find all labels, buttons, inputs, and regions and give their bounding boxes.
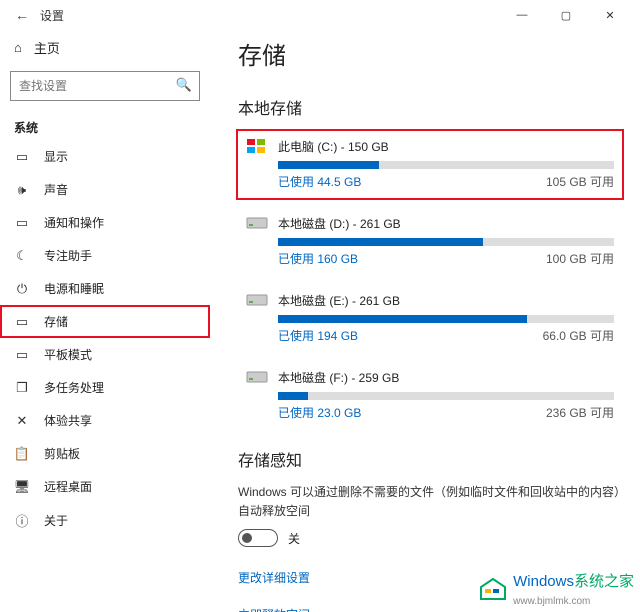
title-bar: ← 设置 — ▢ ✕: [0, 0, 640, 30]
drive-usage-bar: [278, 315, 614, 323]
drive-free-label: 236 GB 可用: [546, 404, 614, 421]
search-container: 🔍: [10, 71, 200, 101]
watermark: Windows系统之家 www.bjmlmk.com: [479, 570, 634, 608]
sidebar-item-icon: ❐: [14, 380, 30, 396]
sidebar-item-icon: ▭: [14, 149, 30, 165]
sidebar-item-icon: 🕪: [14, 182, 30, 198]
sidebar-item[interactable]: 🕪 声音: [0, 173, 210, 206]
drive-free-label: 105 GB 可用: [546, 173, 614, 190]
drive-icon: [246, 368, 268, 386]
drive-icon: [246, 291, 268, 309]
sidebar-item-label: 电源和睡眠: [44, 280, 104, 297]
drive-usage-bar: [278, 238, 614, 246]
drive-icon: [246, 137, 268, 155]
sidebar-item[interactable]: 📋 剪贴板: [0, 437, 210, 470]
sidebar-item-label: 显示: [44, 148, 68, 165]
sidebar-home-label: 主页: [34, 38, 60, 57]
sidebar-item-label: 多任务处理: [44, 379, 104, 396]
back-button[interactable]: ←: [8, 7, 36, 23]
watermark-brand2: 系统之家: [574, 573, 634, 590]
search-input[interactable]: [10, 71, 200, 101]
sidebar-nav-list: ▭ 显示 🕪 声音 ▭ 通知和操作 ☾ 专注助手 ⏻ 电源和睡眠 ▭ 存储 ▭ 平板模式 ❐ 多任务处理 ✕ 体验…: [0, 140, 210, 538]
minimize-button[interactable]: —: [500, 0, 544, 30]
local-storage-header: 本地存储: [238, 95, 622, 119]
maximize-button[interactable]: ▢: [544, 0, 588, 30]
drive-used-label: 已使用 23.0 GB: [278, 404, 361, 421]
sidebar-item-icon: 📋: [14, 446, 30, 462]
sidebar-item[interactable]: ▭ 平板模式: [0, 338, 210, 371]
sidebar-item-label: 存储: [44, 313, 68, 330]
drive-free-label: 100 GB 可用: [546, 250, 614, 267]
drive-free-label: 66.0 GB 可用: [543, 327, 614, 344]
sidebar-item-icon: ⓘ: [14, 511, 30, 530]
sidebar-item[interactable]: ▭ 显示: [0, 140, 210, 173]
sidebar-item-label: 远程桌面: [44, 478, 92, 495]
watermark-brand: Windows: [513, 573, 574, 590]
sidebar-item-label: 剪贴板: [44, 445, 80, 462]
sidebar-item[interactable]: ☾ 专注助手: [0, 239, 210, 272]
content-area: 存储 本地存储 此电脑 (C:) - 150 GB 已使用 44.5 GB 105 …: [210, 30, 640, 612]
drive-usage-bar: [278, 161, 614, 169]
storage-sense-toggle[interactable]: [238, 529, 278, 547]
sidebar-item[interactable]: ▭ 存储: [0, 305, 210, 338]
storage-sense-toggle-label: 关: [288, 530, 300, 547]
sidebar-item[interactable]: ✕ 体验共享: [0, 404, 210, 437]
sidebar-item-label: 平板模式: [44, 346, 92, 363]
sidebar-item-label: 通知和操作: [44, 214, 104, 231]
drive-title: 本地磁盘 (E:) - 261 GB: [278, 292, 400, 309]
sidebar-item[interactable]: ⏻ 电源和睡眠: [0, 272, 210, 305]
storage-sense-toggle-row: 关: [238, 529, 622, 547]
sidebar-item-icon: 🖥: [14, 479, 30, 495]
sidebar-item[interactable]: 🖥 远程桌面: [0, 470, 210, 503]
search-icon: 🔍: [176, 77, 192, 93]
drive-title: 此电脑 (C:) - 150 GB: [278, 138, 389, 155]
drive-title: 本地磁盘 (D:) - 261 GB: [278, 215, 401, 232]
sidebar-item-label: 关于: [44, 512, 68, 529]
drive-item[interactable]: 此电脑 (C:) - 150 GB 已使用 44.5 GB 105 GB 可用: [238, 131, 622, 198]
drive-title: 本地磁盘 (F:) - 259 GB: [278, 369, 399, 386]
window-title: 设置: [40, 7, 64, 24]
drive-item[interactable]: 本地磁盘 (E:) - 261 GB 已使用 194 GB 66.0 GB 可用: [238, 285, 622, 352]
sidebar-item-label: 专注助手: [44, 247, 92, 264]
drive-item[interactable]: 本地磁盘 (D:) - 261 GB 已使用 160 GB 100 GB 可用: [238, 208, 622, 275]
sidebar-item-icon: ☾: [14, 248, 30, 264]
home-icon: ⌂: [14, 40, 22, 55]
drive-usage-bar: [278, 392, 614, 400]
drive-used-label: 已使用 194 GB: [278, 327, 358, 344]
sidebar-group-header: 系统: [0, 111, 210, 140]
close-button[interactable]: ✕: [588, 0, 632, 30]
sidebar-item-icon: ⏻: [14, 281, 30, 297]
sidebar: ⌂ 主页 🔍 系统 ▭ 显示 🕪 声音 ▭ 通知和操作 ☾ 专注助手 ⏻ 电源和睡眠 ▭ 存储 ▭ 平板模…: [0, 30, 210, 612]
drive-item[interactable]: 本地磁盘 (F:) - 259 GB 已使用 23.0 GB 236 GB 可用: [238, 362, 622, 429]
drive-used-label: 已使用 44.5 GB: [278, 173, 361, 190]
window-controls: — ▢ ✕: [500, 0, 632, 30]
sidebar-home[interactable]: ⌂ 主页: [0, 30, 210, 67]
sidebar-item-icon: ✕: [14, 413, 30, 429]
drive-used-label: 已使用 160 GB: [278, 250, 358, 267]
drive-icon: [246, 214, 268, 232]
sidebar-item-icon: ▭: [14, 347, 30, 363]
sidebar-item[interactable]: ⓘ 关于: [0, 503, 210, 538]
watermark-logo-icon: [479, 577, 507, 601]
sidebar-item-icon: ▭: [14, 215, 30, 231]
sidebar-item[interactable]: ❐ 多任务处理: [0, 371, 210, 404]
sidebar-item-label: 声音: [44, 181, 68, 198]
drive-list: 此电脑 (C:) - 150 GB 已使用 44.5 GB 105 GB 可用本地磁…: [238, 131, 622, 429]
storage-sense-header: 存储感知: [238, 447, 622, 471]
sidebar-item[interactable]: ▭ 通知和操作: [0, 206, 210, 239]
sidebar-item-label: 体验共享: [44, 412, 92, 429]
sidebar-item-icon: ▭: [14, 314, 30, 330]
storage-sense-description: Windows 可以通过删除不需要的文件（例如临时文件和回收站中的内容）自动释放…: [238, 483, 622, 521]
watermark-url: www.bjmlmk.com: [513, 596, 590, 607]
page-title: 存储: [238, 36, 622, 71]
